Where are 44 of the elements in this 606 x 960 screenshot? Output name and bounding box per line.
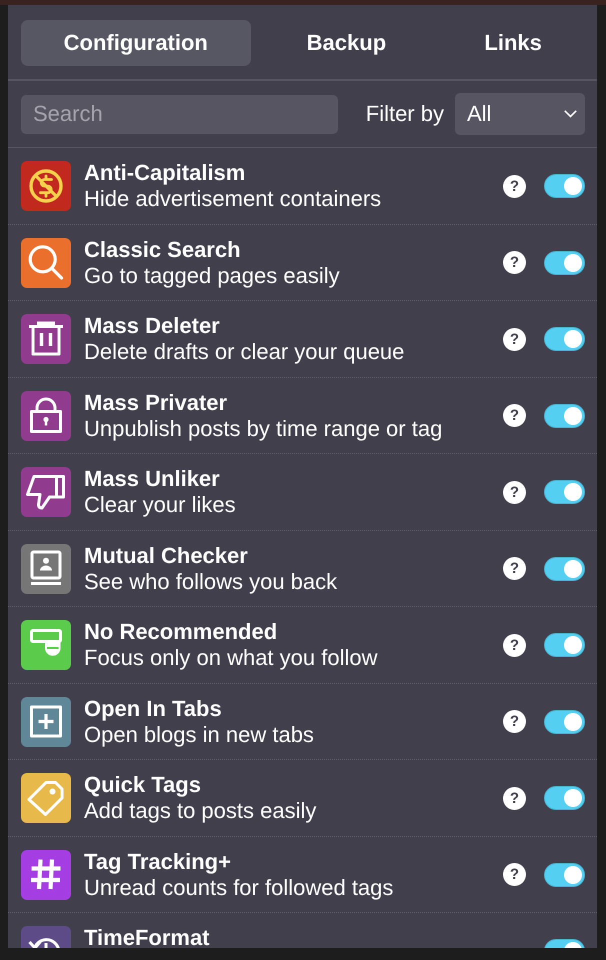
help-button[interactable]: ? [503,634,526,656]
help-button[interactable]: ? [503,174,526,198]
feature-description: Clear your likes [84,492,237,517]
feature-description: Delete drafts or clear your queue [84,339,406,364]
toggle-switch[interactable] [544,174,585,198]
feature-title: No Recommended [84,622,278,641]
help-button[interactable]: ? [503,404,526,427]
feature-title: Mass Deleter [84,316,221,335]
toggle-switch[interactable] [544,480,585,504]
filter-label: Filter by [366,101,444,127]
feature-description: Add tags to posts easily [84,798,318,823]
help-button[interactable]: ? [503,557,526,580]
tab[interactable]: Links [442,20,584,66]
toggle-switch[interactable] [544,404,585,428]
toggle-switch[interactable] [544,250,585,274]
help-button[interactable]: ? [503,863,526,886]
toggle-switch[interactable] [544,786,585,810]
feature-title: Classic Search [84,240,242,258]
toggle-switch[interactable] [544,556,585,580]
toggle-switch[interactable] [544,862,585,886]
toggle-switch[interactable] [544,633,585,657]
toggle-switch[interactable] [544,327,585,351]
toggle-switch[interactable] [544,710,585,734]
feature-description: Hide advertisement containers [84,186,382,211]
feature-description: Focus only on what you follow [84,645,378,670]
feature-title: Mass Privater [84,392,228,412]
help-button[interactable]: ? [503,786,526,810]
help-button[interactable]: ? [503,710,526,733]
chevron-down-icon [564,110,577,118]
search-field[interactable]: Search [21,94,338,134]
feature-description: Open blogs in new tabs [84,722,315,746]
tab[interactable]: Backup [272,20,422,66]
help-button[interactable]: ? [503,480,526,504]
help-button[interactable]: ? [503,328,526,350]
feature-description: See who follows you back [84,568,338,594]
feature-title: Mass Unliker [84,469,221,488]
feature-title: Mutual Checker [84,546,249,564]
filter-dropdown[interactable]: All [455,93,585,135]
help-button[interactable]: ? [503,251,526,274]
feature-description: Go to tagged pages easily [84,262,341,288]
feature-description: Unpublish posts by time range or tag [84,416,444,440]
feature-description: Unread counts for followed tags [84,874,394,900]
tab[interactable]: Configuration [21,20,251,66]
feature-title: TimeFormat [84,928,211,947]
